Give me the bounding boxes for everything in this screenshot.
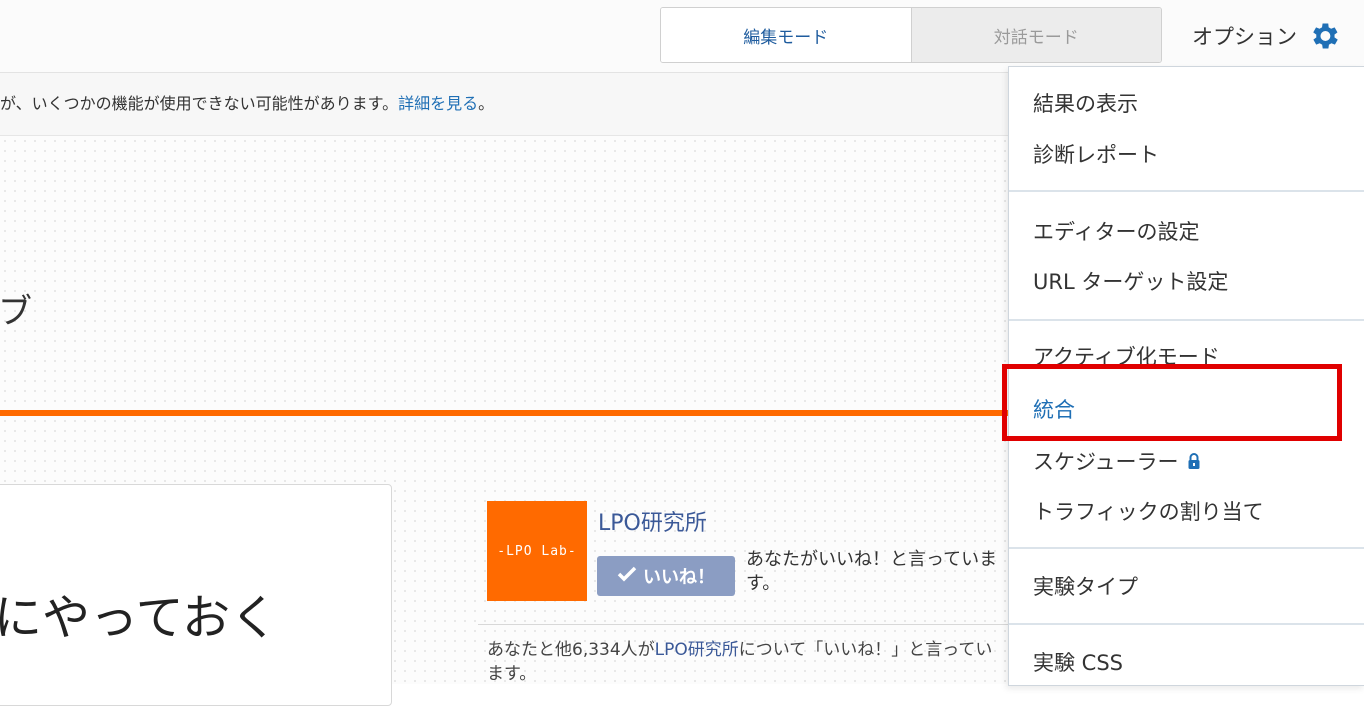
dialog-mode-button[interactable]: 対話モード <box>911 8 1161 62</box>
check-icon <box>617 566 637 587</box>
menu-item-editor-settings[interactable]: エディターの設定 <box>1033 216 1200 246</box>
page-heading-fragment: ブ <box>0 292 32 332</box>
menu-separator <box>1009 190 1364 192</box>
mode-toggle: 編集モード 対話モード <box>660 7 1162 63</box>
fb-like-count: あなたと他6,334人がLPO研究所について「いいね！」と言っています。 <box>487 638 1009 686</box>
fb-like-label: いいね！ <box>643 567 715 588</box>
details-link[interactable]: 詳細を見る <box>398 94 478 113</box>
menu-item-experiment-type[interactable]: 実験タイプ <box>1033 571 1138 601</box>
fb-count-page-link[interactable]: LPO研究所 <box>655 640 739 660</box>
menu-item-integrations[interactable]: 統合 <box>1033 394 1075 424</box>
lpo-lab-logo[interactable]: -LPO Lab- <box>487 501 587 601</box>
menu-separator <box>1009 319 1364 321</box>
fb-liked-status: あなたがいいね！と言っています。 <box>746 549 998 594</box>
warning-text: が、いくつかの機能が使用できない可能性があります。 <box>0 94 399 113</box>
menu-item-activation-mode[interactable]: アクティブ化モード <box>1033 341 1220 371</box>
options-dropdown-menu: 結果の表示 診断レポート エディターの設定 URL ターゲット設定 アクティブ化… <box>1008 66 1364 686</box>
menu-item-traffic-allocation[interactable]: トラフィックの割り当て <box>1033 496 1264 526</box>
fb-page-name-link[interactable]: LPO研究所 <box>598 505 707 537</box>
menu-separator <box>1009 623 1364 625</box>
options-label: オプション <box>1192 25 1297 49</box>
menu-separator <box>1009 547 1364 549</box>
options-menu-button[interactable]: オプション <box>1192 10 1341 62</box>
browser-warning-bar: が、いくつかの機能が使用できない可能性があります。詳細を見る。 <box>0 73 1010 136</box>
fb-divider <box>478 624 1010 625</box>
gear-icon <box>1307 19 1341 53</box>
orange-divider <box>0 410 1010 416</box>
warning-suffix: 。 <box>478 94 495 113</box>
edit-mode-button[interactable]: 編集モード <box>661 8 912 62</box>
menu-item-scheduler[interactable]: スケジューラー <box>1033 446 1201 476</box>
top-bar: 編集モード 対話モード オプション <box>0 0 1364 73</box>
fb-count-prefix: あなたと他6,334人が <box>487 640 655 660</box>
fb-like-button[interactable]: いいね！ <box>597 556 735 596</box>
lock-icon <box>1187 451 1201 475</box>
menu-item-scheduler-label: スケジューラー <box>1033 450 1179 474</box>
menu-item-url-targeting[interactable]: URL ターゲット設定 <box>1033 266 1228 296</box>
card-heading: にやっておく <box>0 590 279 646</box>
menu-item-diagnostic-report[interactable]: 診断レポート <box>1033 139 1159 169</box>
menu-item-view-results[interactable]: 結果の表示 <box>1033 88 1138 118</box>
menu-item-experiment-css[interactable]: 実験 CSS <box>1033 647 1123 677</box>
